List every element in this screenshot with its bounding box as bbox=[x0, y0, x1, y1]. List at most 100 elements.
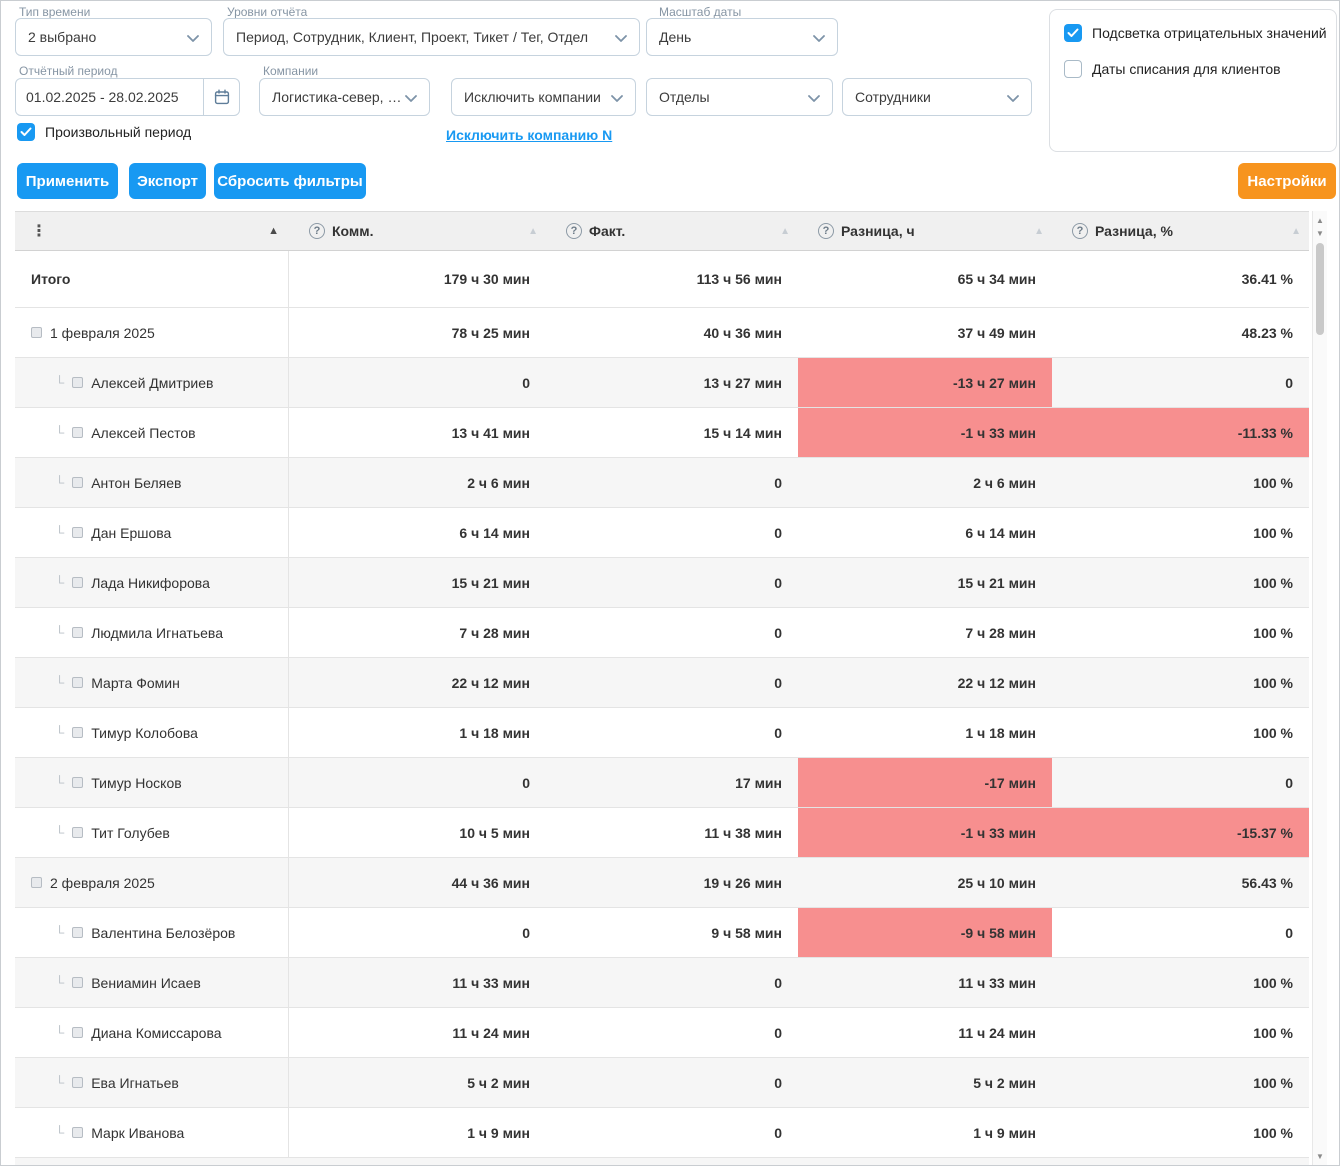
departments-select[interactable]: Отделы bbox=[646, 78, 833, 116]
column-header-comm[interactable]: ? Комм. ▲ bbox=[289, 212, 546, 250]
cell-diff_p: -15.37 % bbox=[1052, 808, 1309, 857]
cell-diff_p: 100 % bbox=[1052, 958, 1309, 1007]
table-row[interactable]: └Ева Игнатьев5 ч 2 мин05 ч 2 мин100 % bbox=[15, 1058, 1309, 1108]
table-row[interactable]: └Валентина Белозёров09 ч 58 мин-9 ч 58 м… bbox=[15, 908, 1309, 958]
calendar-button[interactable] bbox=[203, 79, 239, 115]
cell-diff_p: 100 % bbox=[1052, 1058, 1309, 1107]
cell-comm: 6 ч 14 мин bbox=[289, 508, 546, 557]
date-scale-select[interactable]: День bbox=[646, 18, 838, 56]
cell-fact: 19 ч 26 мин bbox=[546, 858, 798, 907]
report-period-input[interactable]: 01.02.2025 - 28.02.2025 bbox=[15, 78, 240, 116]
cell-diff_p: 0 bbox=[1052, 758, 1309, 807]
checkbox-checked-icon[interactable] bbox=[17, 123, 35, 141]
highlight-negative-checkbox[interactable]: Подсветка отрицательных значений bbox=[1064, 24, 1327, 42]
apply-button[interactable]: Применить bbox=[17, 163, 118, 199]
export-button[interactable]: Экспорт bbox=[129, 163, 206, 199]
row-checkbox-icon[interactable] bbox=[72, 527, 83, 538]
scroll-down-icon[interactable]: ▼ bbox=[1313, 1149, 1327, 1163]
scroll-down-icon[interactable]: ▼ bbox=[1313, 226, 1327, 240]
table-row[interactable]: Итого179 ч 30 мин113 ч 56 мин65 ч 34 мин… bbox=[15, 251, 1309, 308]
row-checkbox-icon[interactable] bbox=[72, 477, 83, 488]
row-checkbox-icon[interactable] bbox=[31, 327, 42, 338]
sort-asc-icon[interactable]: ▲ bbox=[268, 225, 279, 237]
table-row[interactable]: 2 февраля 202544 ч 36 мин19 ч 26 мин25 ч… bbox=[15, 858, 1309, 908]
help-icon[interactable]: ? bbox=[818, 223, 834, 239]
cell-fact: 0 bbox=[546, 1008, 798, 1057]
cell-comm: 78 ч 25 мин bbox=[289, 308, 546, 357]
row-checkbox-icon[interactable] bbox=[72, 377, 83, 388]
row-checkbox-icon[interactable] bbox=[31, 877, 42, 888]
cell-fact: 0 bbox=[546, 508, 798, 557]
help-icon[interactable]: ? bbox=[309, 223, 325, 239]
checkbox-unchecked-icon[interactable] bbox=[1064, 60, 1082, 78]
reset-filters-button[interactable]: Сбросить фильтры bbox=[214, 163, 366, 199]
column-header-fact[interactable]: ? Факт. ▲ bbox=[546, 212, 798, 250]
row-checkbox-icon[interactable] bbox=[72, 977, 83, 988]
exclude-companies-select[interactable]: Исключить компании bbox=[451, 78, 636, 116]
employees-select[interactable]: Сотрудники bbox=[842, 78, 1032, 116]
cell-comm: 2 ч 6 мин bbox=[289, 458, 546, 507]
row-checkbox-icon[interactable] bbox=[72, 727, 83, 738]
sort-icon[interactable]: ▲ bbox=[780, 226, 790, 237]
table-row[interactable]: └Людмила Игнатьева7 ч 28 мин07 ч 28 мин1… bbox=[15, 608, 1309, 658]
cell-diff_p: 100 % bbox=[1052, 1008, 1309, 1057]
table-row[interactable]: 1 февраля 202578 ч 25 мин40 ч 36 мин37 ч… bbox=[15, 308, 1309, 358]
help-icon[interactable]: ? bbox=[566, 223, 582, 239]
help-icon[interactable]: ? bbox=[1072, 223, 1088, 239]
sort-icon[interactable]: ▲ bbox=[1291, 226, 1301, 237]
column-header-diff-percent[interactable]: ? Разница, % ▲ bbox=[1052, 212, 1309, 250]
row-name-cell: └Вениамин Исаев bbox=[15, 958, 289, 1007]
row-checkbox-icon[interactable] bbox=[72, 1127, 83, 1138]
table-row[interactable]: └Лада Никифорова15 ч 21 мин015 ч 21 мин1… bbox=[15, 558, 1309, 608]
row-checkbox-icon[interactable] bbox=[72, 577, 83, 588]
table-row[interactable]: └Марк Иванова1 ч 9 мин01 ч 9 мин100 % bbox=[15, 1108, 1309, 1158]
table-row[interactable]: └Алексей Пестов13 ч 41 мин15 ч 14 мин-1 … bbox=[15, 408, 1309, 458]
row-checkbox-icon[interactable] bbox=[72, 427, 83, 438]
cell-fact: 0 bbox=[546, 1108, 798, 1157]
companies-value: Логистика-север, МТ bbox=[272, 89, 405, 105]
row-checkbox-icon[interactable] bbox=[72, 1077, 83, 1088]
table-row[interactable]: └Тимур Носков017 мин-17 мин0 bbox=[15, 758, 1309, 808]
table-row[interactable]: └Дан Ершова6 ч 14 мин06 ч 14 мин100 % bbox=[15, 508, 1309, 558]
kebab-menu-icon[interactable]: ⋮ bbox=[31, 221, 47, 241]
exclude-company-link[interactable]: Исключить компанию N bbox=[446, 127, 612, 143]
row-checkbox-icon[interactable] bbox=[72, 627, 83, 638]
companies-select[interactable]: Логистика-север, МТ bbox=[259, 78, 430, 116]
chevron-down-icon bbox=[813, 29, 825, 45]
cell-comm: 1 ч 18 мин bbox=[289, 708, 546, 757]
table-row[interactable]: └Тимур Колобова1 ч 18 мин01 ч 18 мин100 … bbox=[15, 708, 1309, 758]
table-row[interactable]: └Вениамин Исаев11 ч 33 мин011 ч 33 мин10… bbox=[15, 958, 1309, 1008]
cell-diff_h: 6 ч 14 мин bbox=[798, 508, 1052, 557]
options-panel: Подсветка отрицательных значений Даты сп… bbox=[1049, 9, 1337, 152]
sort-icon[interactable]: ▲ bbox=[528, 226, 538, 237]
row-checkbox-icon[interactable] bbox=[72, 927, 83, 938]
settings-button[interactable]: Настройки bbox=[1238, 163, 1336, 199]
cell-diff_h: 2 ч 6 мин bbox=[798, 458, 1052, 507]
table-row[interactable]: └Диана Комиссарова11 ч 24 мин011 ч 24 ми… bbox=[15, 1008, 1309, 1058]
row-checkbox-icon[interactable] bbox=[72, 777, 83, 788]
column-header-diff-hours[interactable]: ? Разница, ч ▲ bbox=[798, 212, 1052, 250]
report-levels-label: Уровни отчёта bbox=[227, 5, 307, 19]
row-checkbox-icon[interactable] bbox=[72, 677, 83, 688]
table-row[interactable]: └Тит Голубев10 ч 5 мин11 ч 38 мин-1 ч 33… bbox=[15, 808, 1309, 858]
sort-icon[interactable]: ▲ bbox=[1034, 226, 1044, 237]
column-header-rows[interactable]: ⋮ ▲ bbox=[15, 212, 289, 250]
writeoff-dates-checkbox[interactable]: Даты списания для клиентов bbox=[1064, 60, 1281, 78]
scroll-up-icon[interactable]: ▲ bbox=[1313, 213, 1327, 227]
row-checkbox-icon[interactable] bbox=[72, 1027, 83, 1038]
cell-diff_p: -11.33 % bbox=[1052, 408, 1309, 457]
table-row[interactable]: └Антон Беляев2 ч 6 мин02 ч 6 мин100 % bbox=[15, 458, 1309, 508]
time-type-select[interactable]: 2 выбрано bbox=[15, 18, 212, 56]
scrollbar-thumb[interactable] bbox=[1316, 243, 1324, 335]
cell-fact: 13 ч 27 мин bbox=[546, 358, 798, 407]
custom-period-checkbox[interactable]: Произвольный период bbox=[17, 123, 191, 141]
row-checkbox-icon[interactable] bbox=[72, 827, 83, 838]
row-name-cell: 2 февраля 2025 bbox=[15, 858, 289, 907]
vertical-scrollbar[interactable]: ▲ ▼ ▼ bbox=[1312, 211, 1327, 1165]
checkbox-checked-icon[interactable] bbox=[1064, 24, 1082, 42]
table-row[interactable]: └Алексей Дмитриев013 ч 27 мин-13 ч 27 ми… bbox=[15, 358, 1309, 408]
table-row[interactable]: └Марта Фомин22 ч 12 мин022 ч 12 мин100 % bbox=[15, 658, 1309, 708]
row-name-cell: 1 февраля 2025 bbox=[15, 308, 289, 357]
cell-comm: 15 ч 21 мин bbox=[289, 558, 546, 607]
report-levels-select[interactable]: Период, Сотрудник, Клиент, Проект, Тикет… bbox=[223, 18, 640, 56]
